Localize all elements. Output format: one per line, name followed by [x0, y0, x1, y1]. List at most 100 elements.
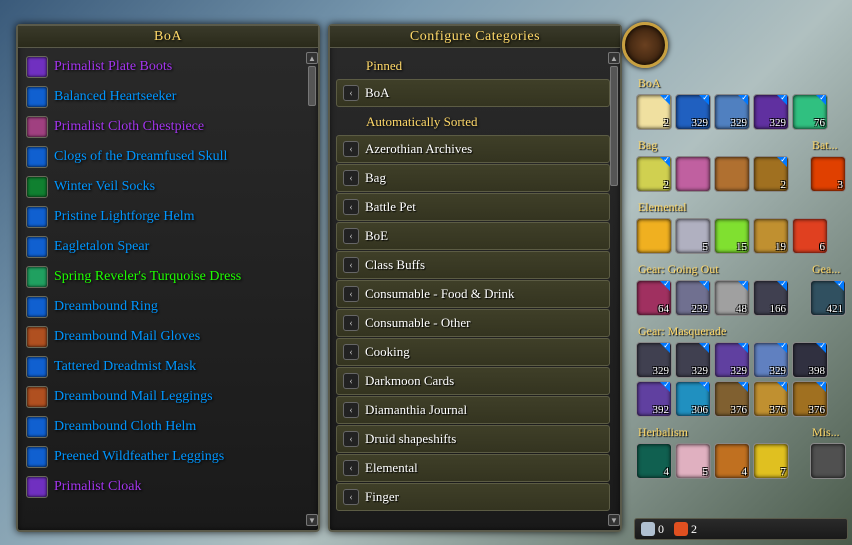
- inventory-slot[interactable]: 5: [675, 443, 711, 479]
- inventory-heading[interactable]: Bag: [634, 136, 802, 156]
- inventory-slot[interactable]: 329: [753, 94, 789, 130]
- inventory-slot[interactable]: 329: [636, 342, 672, 378]
- inventory-slot[interactable]: 3: [810, 156, 846, 192]
- category-row[interactable]: ‹Cooking: [336, 338, 610, 366]
- category-row[interactable]: ‹Bag: [336, 164, 610, 192]
- inventory-slot[interactable]: 232: [675, 280, 711, 316]
- character-portrait[interactable]: [622, 22, 668, 68]
- inventory-heading[interactable]: Mis...: [808, 423, 848, 443]
- inventory-slot[interactable]: [714, 156, 750, 192]
- scroll-thumb[interactable]: [308, 66, 316, 106]
- inventory-heading[interactable]: Gea...: [808, 260, 848, 280]
- item-row[interactable]: Eagletalon Spear: [24, 232, 308, 262]
- category-row[interactable]: ‹Azerothian Archives: [336, 135, 610, 163]
- inventory-heading[interactable]: Gear: Going Out: [634, 260, 802, 280]
- inventory-heading[interactable]: BoA: [634, 74, 848, 94]
- scroll-up-icon[interactable]: ▲: [608, 52, 620, 64]
- item-row[interactable]: Pristine Lightforge Helm: [24, 202, 308, 232]
- cfg-scrollbar[interactable]: ▲ ▼: [610, 52, 618, 526]
- category-row[interactable]: ‹Consumable - Other: [336, 309, 610, 337]
- pin-toggle-icon[interactable]: ‹: [343, 199, 359, 215]
- currency-item[interactable]: 0: [641, 522, 664, 537]
- category-row[interactable]: ‹Druid shapeshifts: [336, 425, 610, 453]
- upgrade-tick-icon: [738, 281, 748, 291]
- scroll-thumb[interactable]: [610, 66, 618, 186]
- pin-toggle-icon[interactable]: ‹: [343, 373, 359, 389]
- inventory-slot[interactable]: 306: [675, 381, 711, 417]
- category-row[interactable]: ‹Class Buffs: [336, 251, 610, 279]
- inventory-slot[interactable]: 329: [714, 342, 750, 378]
- item-row[interactable]: Dreambound Ring: [24, 292, 308, 322]
- pin-toggle-icon[interactable]: ‹: [343, 228, 359, 244]
- pin-toggle-icon[interactable]: ‹: [343, 315, 359, 331]
- inventory-slot[interactable]: 376: [753, 381, 789, 417]
- inventory-slot[interactable]: [675, 156, 711, 192]
- pin-toggle-icon[interactable]: ‹: [343, 257, 359, 273]
- inventory-slot[interactable]: 4: [714, 443, 750, 479]
- inventory-heading[interactable]: Elemental: [634, 198, 848, 218]
- pin-toggle-icon[interactable]: ‹: [343, 460, 359, 476]
- category-row[interactable]: ‹Diamanthia Journal: [336, 396, 610, 424]
- inventory-slot[interactable]: 376: [714, 381, 750, 417]
- inventory-slot[interactable]: 166: [753, 280, 789, 316]
- inventory-slot[interactable]: 398: [792, 342, 828, 378]
- pin-toggle-icon[interactable]: ‹: [343, 286, 359, 302]
- pin-toggle-icon[interactable]: ‹: [343, 170, 359, 186]
- inventory-slot[interactable]: 329: [675, 94, 711, 130]
- item-row[interactable]: Dreambound Mail Leggings: [24, 382, 308, 412]
- item-row[interactable]: Winter Veil Socks: [24, 172, 308, 202]
- upgrade-tick-icon: [738, 382, 748, 392]
- scroll-up-icon[interactable]: ▲: [306, 52, 318, 64]
- category-row[interactable]: ‹Elemental: [336, 454, 610, 482]
- item-row[interactable]: Preened Wildfeather Leggings: [24, 442, 308, 472]
- inventory-slot[interactable]: 6: [792, 218, 828, 254]
- category-row[interactable]: ‹BoE: [336, 222, 610, 250]
- pin-toggle-icon[interactable]: ‹: [343, 85, 359, 101]
- pin-toggle-icon[interactable]: ‹: [343, 402, 359, 418]
- inventory-slot[interactable]: 76: [792, 94, 828, 130]
- inventory-slot[interactable]: 15: [714, 218, 750, 254]
- inventory-heading[interactable]: Herbalism: [634, 423, 802, 443]
- inventory-slot[interactable]: [810, 443, 846, 479]
- inventory-slot[interactable]: [636, 218, 672, 254]
- item-row[interactable]: Primalist Cloth Chestpiece: [24, 112, 308, 142]
- item-row[interactable]: Clogs of the Dreamfused Skull: [24, 142, 308, 172]
- item-row[interactable]: Dreambound Mail Gloves: [24, 322, 308, 352]
- inventory-slot[interactable]: 421: [810, 280, 846, 316]
- inventory-slot[interactable]: 2: [636, 94, 672, 130]
- inventory-slot[interactable]: 7: [753, 443, 789, 479]
- inventory-slot[interactable]: 19: [753, 218, 789, 254]
- inventory-slot[interactable]: 48: [714, 280, 750, 316]
- boa-scrollbar[interactable]: ▲ ▼: [308, 52, 316, 526]
- category-row[interactable]: ‹Finger: [336, 483, 610, 511]
- inventory-slot[interactable]: 376: [792, 381, 828, 417]
- category-row[interactable]: ‹BoA: [336, 79, 610, 107]
- inventory-slot[interactable]: 2: [753, 156, 789, 192]
- item-row[interactable]: Primalist Plate Boots: [24, 52, 308, 82]
- category-row[interactable]: ‹Consumable - Food & Drink: [336, 280, 610, 308]
- item-row[interactable]: Primalist Cloak: [24, 472, 308, 502]
- item-row[interactable]: Spring Reveler's Turquoise Dress: [24, 262, 308, 292]
- inventory-slot[interactable]: 329: [714, 94, 750, 130]
- item-row[interactable]: Balanced Heartseeker: [24, 82, 308, 112]
- inventory-slot[interactable]: 2: [636, 156, 672, 192]
- item-row[interactable]: Tattered Dreadmist Mask: [24, 352, 308, 382]
- pin-toggle-icon[interactable]: ‹: [343, 141, 359, 157]
- pin-toggle-icon[interactable]: ‹: [343, 344, 359, 360]
- inventory-slot[interactable]: 329: [753, 342, 789, 378]
- category-row[interactable]: ‹Battle Pet: [336, 193, 610, 221]
- pin-toggle-icon[interactable]: ‹: [343, 431, 359, 447]
- inventory-slot[interactable]: 5: [675, 218, 711, 254]
- inventory-heading[interactable]: Bat...: [808, 136, 848, 156]
- inventory-slot[interactable]: 4: [636, 443, 672, 479]
- currency-item[interactable]: 2: [674, 522, 697, 537]
- scroll-down-icon[interactable]: ▼: [306, 514, 318, 526]
- inventory-slot[interactable]: 329: [675, 342, 711, 378]
- scroll-down-icon[interactable]: ▼: [608, 514, 620, 526]
- inventory-slot[interactable]: 64: [636, 280, 672, 316]
- inventory-heading[interactable]: Gear: Masquerade: [634, 322, 848, 342]
- item-row[interactable]: Dreambound Cloth Helm: [24, 412, 308, 442]
- pin-toggle-icon[interactable]: ‹: [343, 489, 359, 505]
- category-row[interactable]: ‹Darkmoon Cards: [336, 367, 610, 395]
- inventory-slot[interactable]: 392: [636, 381, 672, 417]
